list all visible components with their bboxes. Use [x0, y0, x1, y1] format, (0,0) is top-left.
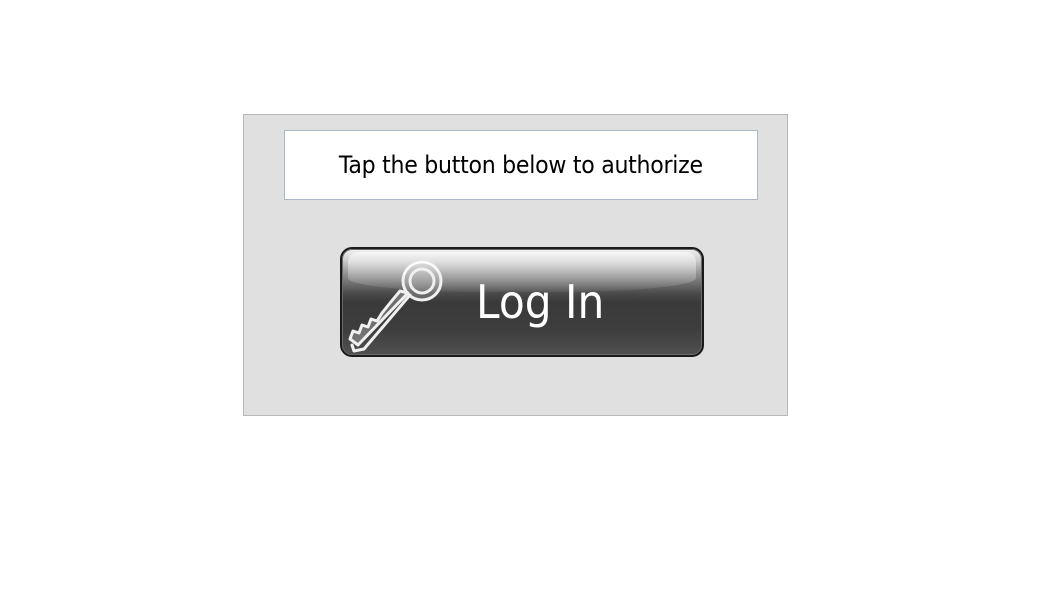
- login-button[interactable]: Log In: [340, 247, 704, 357]
- login-button-label: Log In: [476, 275, 605, 329]
- authorization-panel: Tap the button below to authorize Log In: [243, 114, 788, 416]
- message-box: Tap the button below to authorize: [284, 130, 758, 200]
- key-icon: [348, 260, 443, 353]
- authorize-instruction-text: Tap the button below to authorize: [339, 151, 703, 179]
